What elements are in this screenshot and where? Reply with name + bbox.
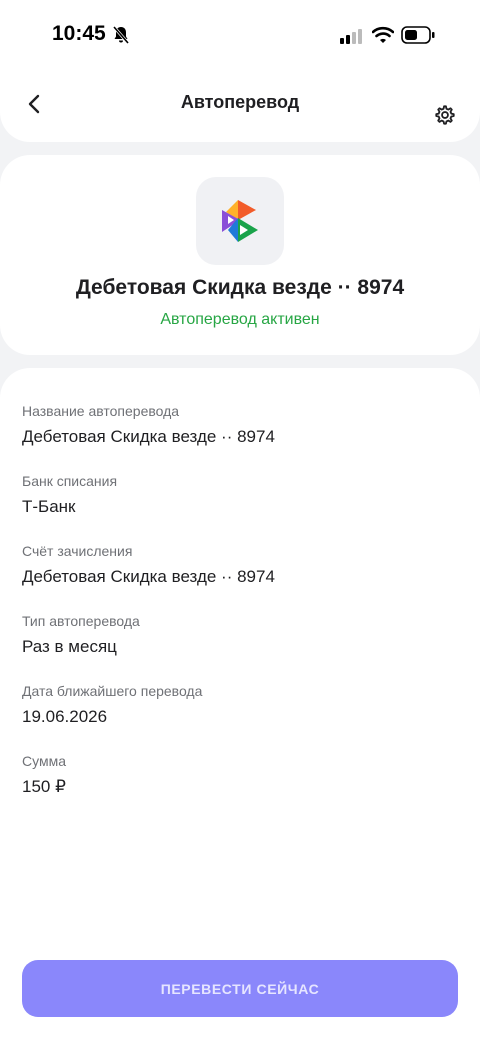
detail-transfer-name: Название автоперевода Дебетовая Скидка в… (22, 402, 462, 448)
detail-amount: Сумма 150 ₽ (22, 752, 462, 798)
wifi-icon (371, 26, 395, 49)
detail-next-date: Дата ближайшего перевода 19.06.2026 (22, 682, 462, 728)
detail-label: Сумма (22, 753, 66, 769)
account-card: Дебетовая Скидка везде ·· 8974 Автоперев… (0, 155, 480, 355)
page-title: Автоперевод (180, 92, 300, 112)
detail-debit-bank: Банк списания Т-Банк (22, 472, 462, 518)
detail-label: Тип автоперевода (22, 613, 140, 629)
status-time: 10:45 (52, 22, 106, 45)
transfer-now-button[interactable]: ПЕРЕВЕСТИ СЕЙЧАС (22, 960, 458, 1017)
bank-logo-icon (196, 177, 284, 265)
gear-icon (435, 105, 455, 125)
detail-label: Название автоперевода (22, 403, 180, 419)
detail-label: Банк списания (22, 473, 118, 489)
detail-label: Дата ближайшего перевода (22, 683, 203, 699)
status-badge: Автоперевод активен (160, 311, 320, 328)
detail-value: Раз в месяц (22, 637, 117, 656)
battery-icon (401, 26, 435, 49)
details-card: Название автоперевода Дебетовая Скидка в… (0, 368, 480, 1043)
detail-label: Счёт зачисления (22, 543, 133, 559)
detail-value: Дебетовая Скидка везде ·· 8974 (22, 567, 275, 586)
account-title: Дебетовая Скидка везде ·· 8974 (75, 276, 405, 299)
detail-value: 19.06.2026 (22, 707, 108, 726)
detail-value: Дебетовая Скидка везде ·· 8974 (22, 427, 275, 446)
detail-value: 150 ₽ (22, 777, 66, 796)
settings-button[interactable] (430, 100, 460, 130)
detail-transfer-type: Тип автоперевода Раз в месяц (22, 612, 462, 658)
signal-icon (340, 28, 364, 49)
detail-value: Т-Банк (22, 497, 76, 516)
detail-credit-account: Счёт зачисления Дебетовая Скидка везде ·… (22, 542, 462, 588)
header: 10:45 Автоперевод (0, 0, 480, 142)
bell-off-icon (112, 26, 130, 49)
